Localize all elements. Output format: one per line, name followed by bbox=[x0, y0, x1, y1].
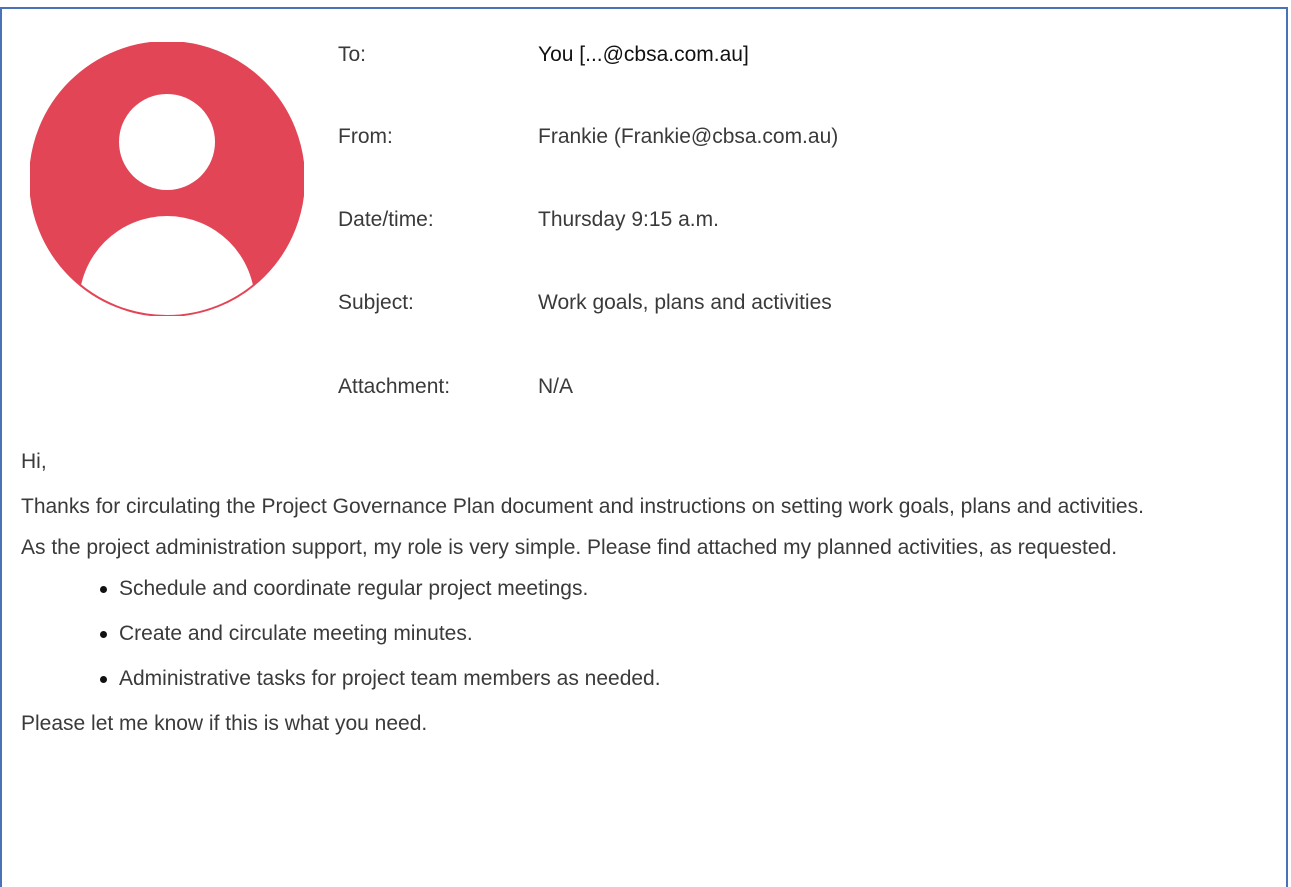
to-value: You [...@cbsa.com.au] bbox=[538, 43, 749, 66]
list-item: Administrative tasks for project team me… bbox=[21, 664, 1261, 693]
bullet-icon bbox=[100, 631, 107, 638]
datetime-value: Thursday 9:15 a.m. bbox=[538, 208, 719, 231]
to-label: To: bbox=[338, 43, 367, 66]
user-avatar-icon bbox=[30, 42, 304, 316]
datetime-label: Date/time: bbox=[338, 208, 434, 231]
subject-label: Subject: bbox=[338, 291, 414, 314]
closing: Please let me know if this is what you n… bbox=[21, 712, 428, 735]
attachment-label: Attachment: bbox=[338, 375, 451, 398]
bullet-icon bbox=[100, 676, 107, 683]
bullet-icon bbox=[100, 586, 107, 593]
task-list: Schedule and coordinate regular project … bbox=[21, 574, 1261, 693]
from-label: From: bbox=[338, 125, 393, 148]
subject-value: Work goals, plans and activities bbox=[538, 291, 832, 314]
attachment-value: N/A bbox=[538, 375, 574, 398]
task-text: Create and circulate meeting minutes. bbox=[119, 622, 473, 645]
greeting: Hi, bbox=[21, 450, 47, 473]
task-text: Schedule and coordinate regular project … bbox=[119, 577, 589, 600]
task-text: Administrative tasks for project team me… bbox=[119, 667, 661, 690]
from-value: Frankie (Frankie@cbsa.com.au) bbox=[538, 125, 839, 148]
paragraph: Thanks for circulating the Project Gover… bbox=[21, 495, 1144, 518]
message-body: Hi, Thanks for circulating the Project G… bbox=[21, 447, 1261, 738]
paragraph: As the project administration support, m… bbox=[21, 536, 1118, 559]
list-item: Schedule and coordinate regular project … bbox=[21, 574, 1261, 603]
list-item: Create and circulate meeting minutes. bbox=[21, 619, 1261, 648]
avatar bbox=[30, 42, 304, 316]
